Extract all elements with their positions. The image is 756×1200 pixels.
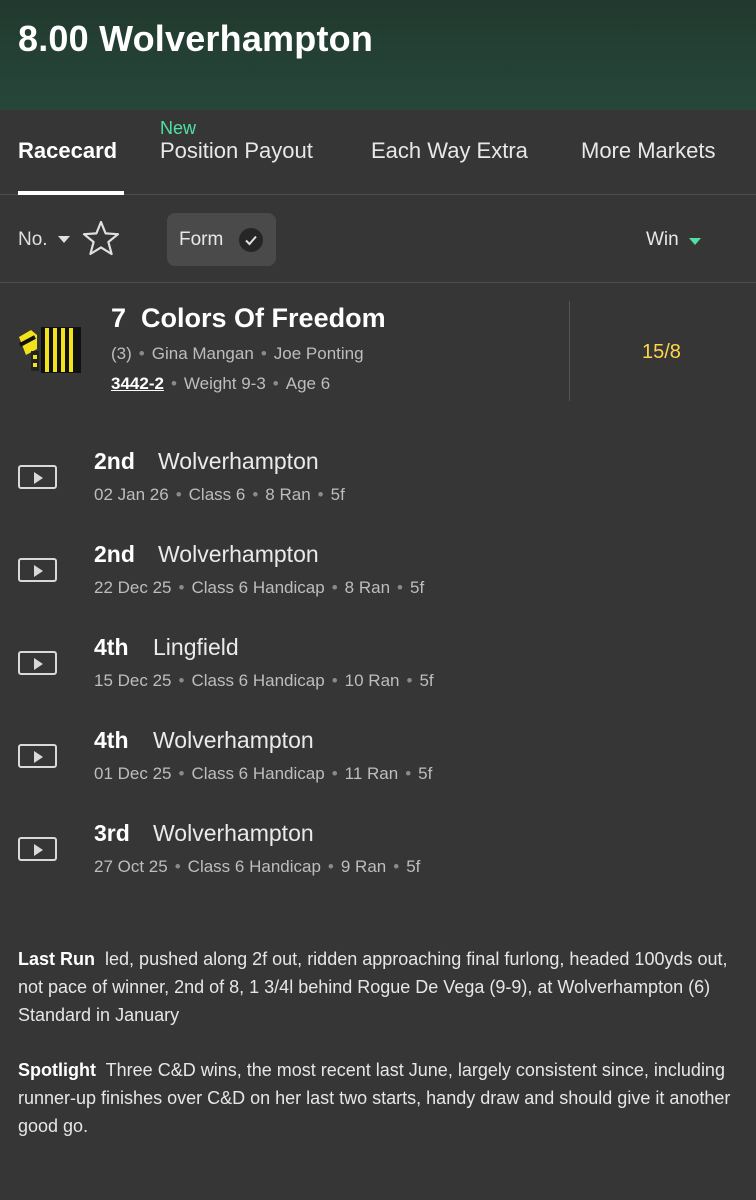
last-run-comment: Last Run led, pushed along 2f out, ridde…: [18, 945, 738, 1029]
caret-down-icon[interactable]: [58, 236, 70, 243]
previous-run: 4th Wolverhampton 01 Dec 25 • Class 6 Hand…: [0, 709, 756, 802]
runner-name[interactable]: 7 Colors Of Freedom: [111, 303, 386, 334]
course-name: Wolverhampton: [153, 727, 314, 753]
tab-more-markets[interactable]: More Markets: [581, 138, 715, 164]
finish-position: 2nd: [94, 448, 135, 474]
run-details: 27 Oct 25 • Class 6 Handicap • 9 Ran • 5f: [94, 857, 421, 876]
play-video-icon[interactable]: [18, 744, 57, 768]
play-video-icon[interactable]: [18, 558, 57, 582]
run-details: 22 Dec 25 • Class 6 Handicap • 8 Ran • 5f: [94, 578, 425, 597]
runner-details: 3442-2 • Weight 9-3 • Age 6: [111, 374, 331, 393]
form-toggle-button[interactable]: Form: [167, 213, 276, 266]
runner-connections: (3) • Gina Mangan • Joe Ponting: [111, 344, 364, 363]
runner-row: 7 Colors Of Freedom (3) • Gina Mangan • Joe …: [0, 284, 756, 420]
play-video-icon[interactable]: [18, 465, 57, 489]
previous-run: 4th Lingfield 15 Dec 25 • Class 6 Handicap…: [0, 616, 756, 709]
draw: (3): [111, 344, 132, 363]
previous-run: 3rd Wolverhampton 27 Oct 25 • Class 6 Hand…: [0, 802, 756, 895]
age: Age 6: [285, 374, 331, 393]
spotlight-text: Three C&D wins, the most recent last Jun…: [18, 1060, 731, 1136]
form-figures-link[interactable]: 3442-2: [111, 374, 164, 393]
play-video-icon[interactable]: [18, 837, 57, 861]
weight: Weight 9-3: [183, 374, 266, 393]
previous-run: 2nd Wolverhampton 22 Dec 25 • Class 6 Hand…: [0, 523, 756, 616]
form-toggle-label: Form: [179, 229, 224, 250]
market-tabs: New Racecard Position Payout Each Way Ex…: [0, 110, 756, 195]
caret-down-icon[interactable]: [689, 238, 701, 245]
last-run-label: Last Run: [18, 949, 96, 969]
finish-position: 4th: [94, 634, 129, 660]
course-name: Wolverhampton: [153, 820, 314, 846]
finish-position: 2nd: [94, 541, 135, 567]
run-details: 02 Jan 26 • Class 6 • 8 Ran • 5f: [94, 485, 345, 504]
finish-position: 3rd: [94, 820, 130, 846]
active-tab-indicator: [18, 191, 124, 195]
win-odds-button[interactable]: 15/8: [642, 341, 681, 364]
star-icon[interactable]: [82, 220, 120, 256]
course-name: Lingfield: [153, 634, 239, 660]
tab-racecard[interactable]: Racecard: [18, 138, 117, 164]
race-header: 8.00 Wolverhampton: [0, 0, 756, 110]
sort-dropdown[interactable]: No.: [18, 229, 48, 251]
divider: [569, 301, 570, 401]
jockey-silks-icon: [19, 327, 81, 373]
tab-position-payout[interactable]: Position Payout: [160, 138, 313, 164]
win-dropdown[interactable]: Win: [646, 229, 679, 251]
spotlight-comment: Spotlight Three C&D wins, the most recen…: [18, 1056, 738, 1140]
jockey: Gina Mangan: [151, 344, 254, 363]
trainer: Joe Ponting: [273, 344, 364, 363]
course-name: Wolverhampton: [158, 541, 319, 567]
tab-each-way-extra[interactable]: Each Way Extra: [371, 138, 528, 164]
run-details: 15 Dec 25 • Class 6 Handicap • 10 Ran • 5f: [94, 671, 434, 690]
check-icon: [239, 228, 263, 252]
previous-run: 2nd Wolverhampton 02 Jan 26 • Class 6 • 8 Ra…: [0, 430, 756, 523]
race-title: 8.00 Wolverhampton: [18, 18, 374, 59]
filter-bar: No. Form Win: [0, 196, 756, 283]
last-run-text: led, pushed along 2f out, ridden approac…: [18, 949, 728, 1025]
runner-name-text: Colors Of Freedom: [141, 303, 386, 333]
run-details: 01 Dec 25 • Class 6 Handicap • 11 Ran • 5f: [94, 764, 433, 783]
new-badge: New: [160, 118, 197, 138]
spotlight-label: Spotlight: [18, 1060, 96, 1080]
course-name: Wolverhampton: [158, 448, 319, 474]
play-video-icon[interactable]: [18, 651, 57, 675]
finish-position: 4th: [94, 727, 129, 753]
runner-number: 7: [111, 303, 127, 333]
